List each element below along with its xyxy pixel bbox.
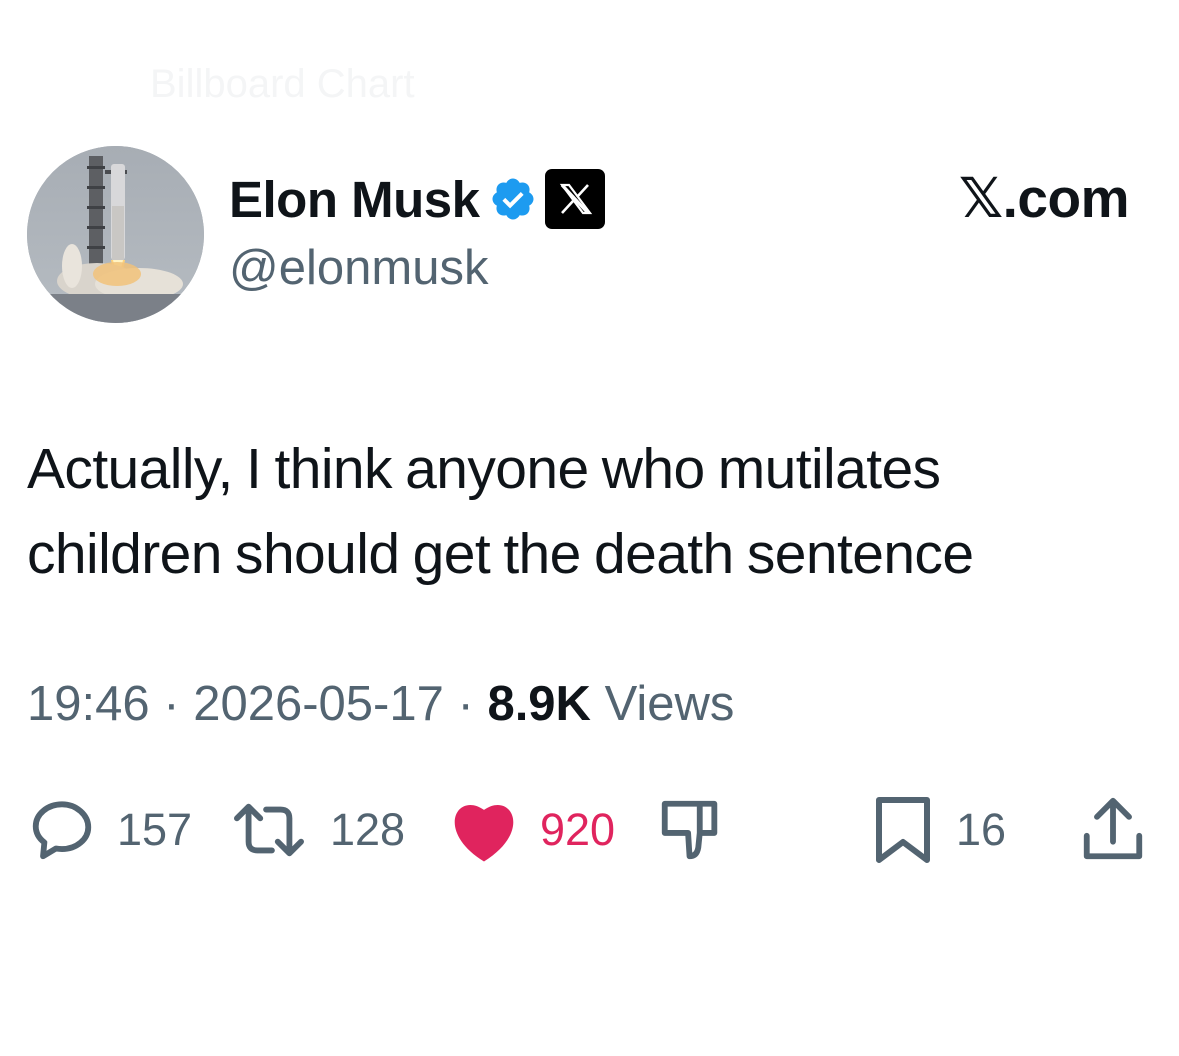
tweet-text: Actually, I think anyone who mutilates c… (27, 437, 974, 586)
meta-separator: · (163, 677, 180, 731)
action-bar: 157 128 920 16 (0, 790, 1179, 870)
reply-button[interactable]: 157 (27, 790, 192, 870)
repost-count: 128 (330, 804, 406, 855)
bookmark-icon (876, 797, 930, 863)
author-handle[interactable]: @elonmusk (229, 240, 488, 296)
reply-icon (32, 801, 92, 860)
display-name[interactable]: Elon Musk (229, 170, 480, 229)
thumbs-down-icon (661, 800, 718, 860)
faded-context-text: Billboard Chart (150, 62, 415, 106)
avatar[interactable] (27, 146, 204, 323)
like-count: 920 (540, 804, 616, 855)
tweet-time[interactable]: 19:46 (27, 677, 150, 731)
bookmark-button[interactable]: 16 (870, 790, 1006, 870)
tweet-meta: 19:46 · 2026-05-17 · 8.9K Views (27, 676, 734, 732)
share-icon (1083, 797, 1143, 860)
repost-icon (234, 803, 304, 857)
tweet-date[interactable]: 2026-05-17 (193, 677, 444, 731)
rocket-launch-image (27, 146, 204, 323)
site-label: 𝕏.com (958, 167, 1130, 229)
reply-count: 157 (117, 804, 193, 855)
repost-button[interactable]: 128 (228, 790, 405, 870)
verified-badge-icon[interactable] (489, 175, 537, 223)
views-count: 8.9K (487, 677, 591, 731)
heart-icon (454, 805, 514, 862)
dislike-button[interactable] (655, 790, 727, 870)
meta-separator: · (457, 677, 474, 731)
views-label: Views (604, 677, 735, 731)
like-button[interactable]: 920 (448, 790, 615, 870)
share-button[interactable] (1078, 790, 1148, 870)
bookmark-count: 16 (956, 804, 1007, 855)
x-logo-icon (544, 169, 605, 229)
author-name-row: Elon Musk (229, 168, 605, 230)
